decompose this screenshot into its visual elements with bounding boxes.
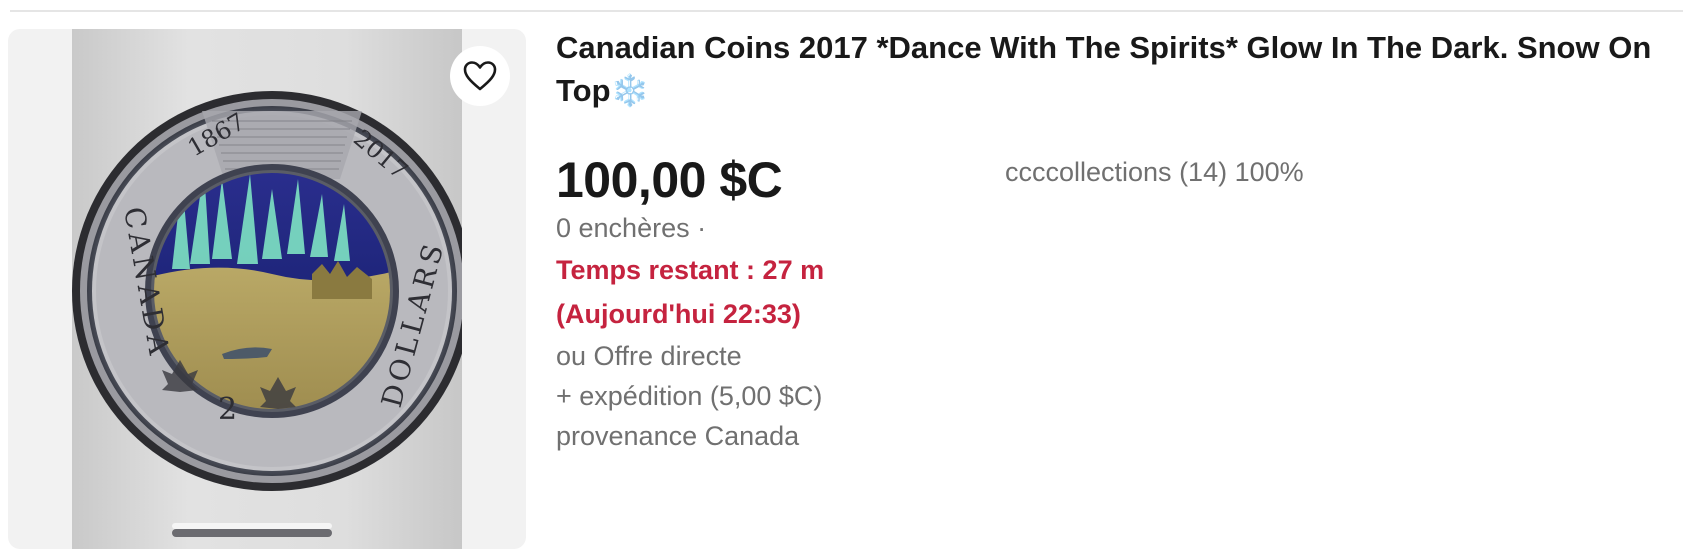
bid-count: 0 enchères · [556, 213, 707, 243]
listing-details: Canadian Coins 2017 *Dance With The Spir… [556, 26, 1673, 456]
listing-page: 1867 2017 CANADA DOLLARS 2 Canadian Coin… [0, 0, 1693, 556]
coin-numeral: 2 [218, 392, 237, 427]
time-remaining: Temps restant : 27 m [556, 255, 825, 285]
listing-title[interactable]: Canadian Coins 2017 *Dance With The Spir… [556, 26, 1666, 112]
buy-option: ou Offre directe [556, 341, 742, 371]
heart-outline-icon [463, 61, 497, 91]
coin-illustration: 1867 2017 CANADA DOLLARS 2 [72, 91, 462, 537]
top-divider [10, 10, 1683, 12]
listing-image-card[interactable]: 1867 2017 CANADA DOLLARS 2 [8, 29, 526, 549]
shipping-cost: + expédition (5,00 $C) [556, 381, 823, 411]
watchlist-heart-button[interactable] [450, 46, 510, 106]
price-row: 100,00 $C ccccollections (14) 100% [556, 152, 1673, 208]
coin-photo[interactable]: 1867 2017 CANADA DOLLARS 2 [72, 29, 462, 549]
item-origin: provenance Canada [556, 421, 800, 451]
seller-info[interactable]: ccccollections (14) 100% [1005, 152, 1304, 192]
end-time: (Aujourd'hui 22:33) [556, 299, 801, 329]
